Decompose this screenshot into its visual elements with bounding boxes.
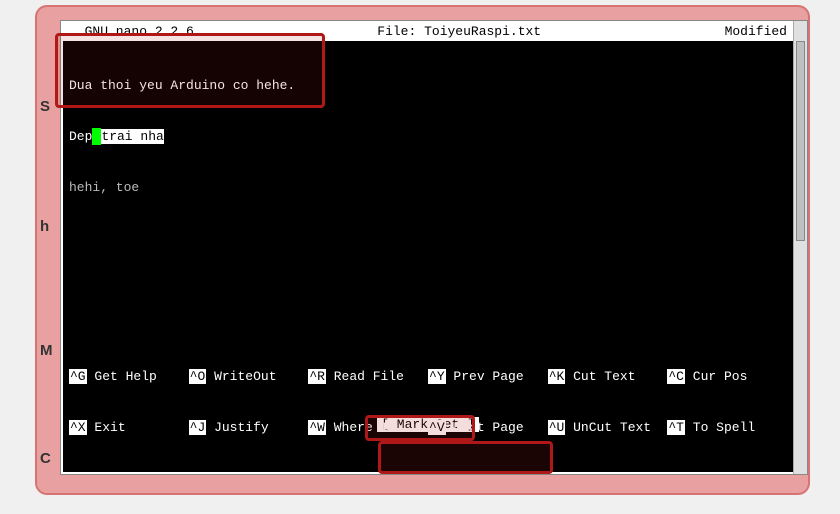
shortcut-justify[interactable]: ^J Justify (189, 419, 309, 436)
scrollbar-thumb[interactable] (796, 41, 805, 241)
key-label: ^R (308, 369, 326, 384)
modified-status: Modified (725, 23, 787, 41)
scrollbar[interactable] (793, 21, 807, 474)
shortcut-prev-page[interactable]: ^Y Prev Page (428, 368, 548, 385)
text-line-2: Dep trai nha (69, 128, 787, 145)
shortcut-label: Read File (326, 369, 404, 384)
line2-prefix: Dep (69, 129, 92, 144)
editor-body[interactable]: Dua thoi yeu Arduino co hehe. Dep trai n… (63, 41, 793, 230)
shortcut-exit[interactable]: ^X Exit (69, 419, 189, 436)
shortcut-to-spell[interactable]: ^T To Spell (667, 419, 787, 436)
bg-letter-m: M (40, 342, 53, 359)
shortcut-label: Where Is (326, 420, 396, 435)
bg-letter-c: C (40, 450, 51, 467)
shortcut-label: To Spell (685, 420, 755, 435)
terminal-content[interactable]: GNU nano 2.2.6 File: ToiyeuRaspi.txt Mod… (63, 23, 793, 472)
shortcut-uncut-text[interactable]: ^U UnCut Text (548, 419, 668, 436)
key-label: ^O (189, 369, 207, 384)
file-name: File: ToiyeuRaspi.txt (194, 23, 725, 41)
key-label: ^U (548, 420, 566, 435)
shortcut-label: UnCut Text (565, 420, 651, 435)
shortcut-label: Get Help (87, 369, 157, 384)
shortcut-read-file[interactable]: ^R Read File (308, 368, 428, 385)
app-name: GNU nano 2.2.6 (69, 23, 194, 41)
key-label: ^T (667, 420, 685, 435)
key-label: ^K (548, 369, 566, 384)
shortcut-label: Cur Pos (685, 369, 747, 384)
key-label: ^C (667, 369, 685, 384)
shortcut-label: Justify (206, 420, 268, 435)
shortcut-row-1: ^G Get Help ^O WriteOut ^R Read File ^Y … (69, 368, 787, 385)
line2-selected: trai nha (101, 129, 163, 144)
key-label: ^X (69, 420, 87, 435)
key-label: ^G (69, 369, 87, 384)
shortcut-cur-pos[interactable]: ^C Cur Pos (667, 368, 787, 385)
bg-letter-h: h (40, 218, 49, 235)
shortcut-label: Exit (87, 420, 126, 435)
shortcut-bar: ^G Get Help ^O WriteOut ^R Read File ^Y … (63, 334, 793, 472)
key-label: ^Y (428, 369, 446, 384)
shortcut-writeout[interactable]: ^O WriteOut (189, 368, 309, 385)
shortcut-cut-text[interactable]: ^K Cut Text (548, 368, 668, 385)
shortcut-label: Next Page (446, 420, 524, 435)
shortcut-where-is[interactable]: ^W Where Is (308, 419, 428, 436)
key-label: ^W (308, 420, 326, 435)
text-line-1: Dua thoi yeu Arduino co hehe. (69, 77, 787, 94)
terminal-window: GNU nano 2.2.6 File: ToiyeuRaspi.txt Mod… (60, 20, 808, 475)
shortcut-label: Cut Text (565, 369, 635, 384)
bg-letter-s: S (40, 98, 50, 115)
shortcut-next-page[interactable]: ^V Next Page (428, 419, 548, 436)
nano-title-bar: GNU nano 2.2.6 File: ToiyeuRaspi.txt Mod… (63, 23, 793, 41)
shortcut-get-help[interactable]: ^G Get Help (69, 368, 189, 385)
text-line-3: hehi, toe (69, 179, 787, 196)
key-label: ^J (189, 420, 207, 435)
shortcut-row-2: ^X Exit ^J Justify ^W Where Is ^V Next P… (69, 419, 787, 436)
shortcut-label: Prev Page (446, 369, 524, 384)
shortcut-label: WriteOut (206, 369, 276, 384)
key-label: ^V (428, 420, 446, 435)
